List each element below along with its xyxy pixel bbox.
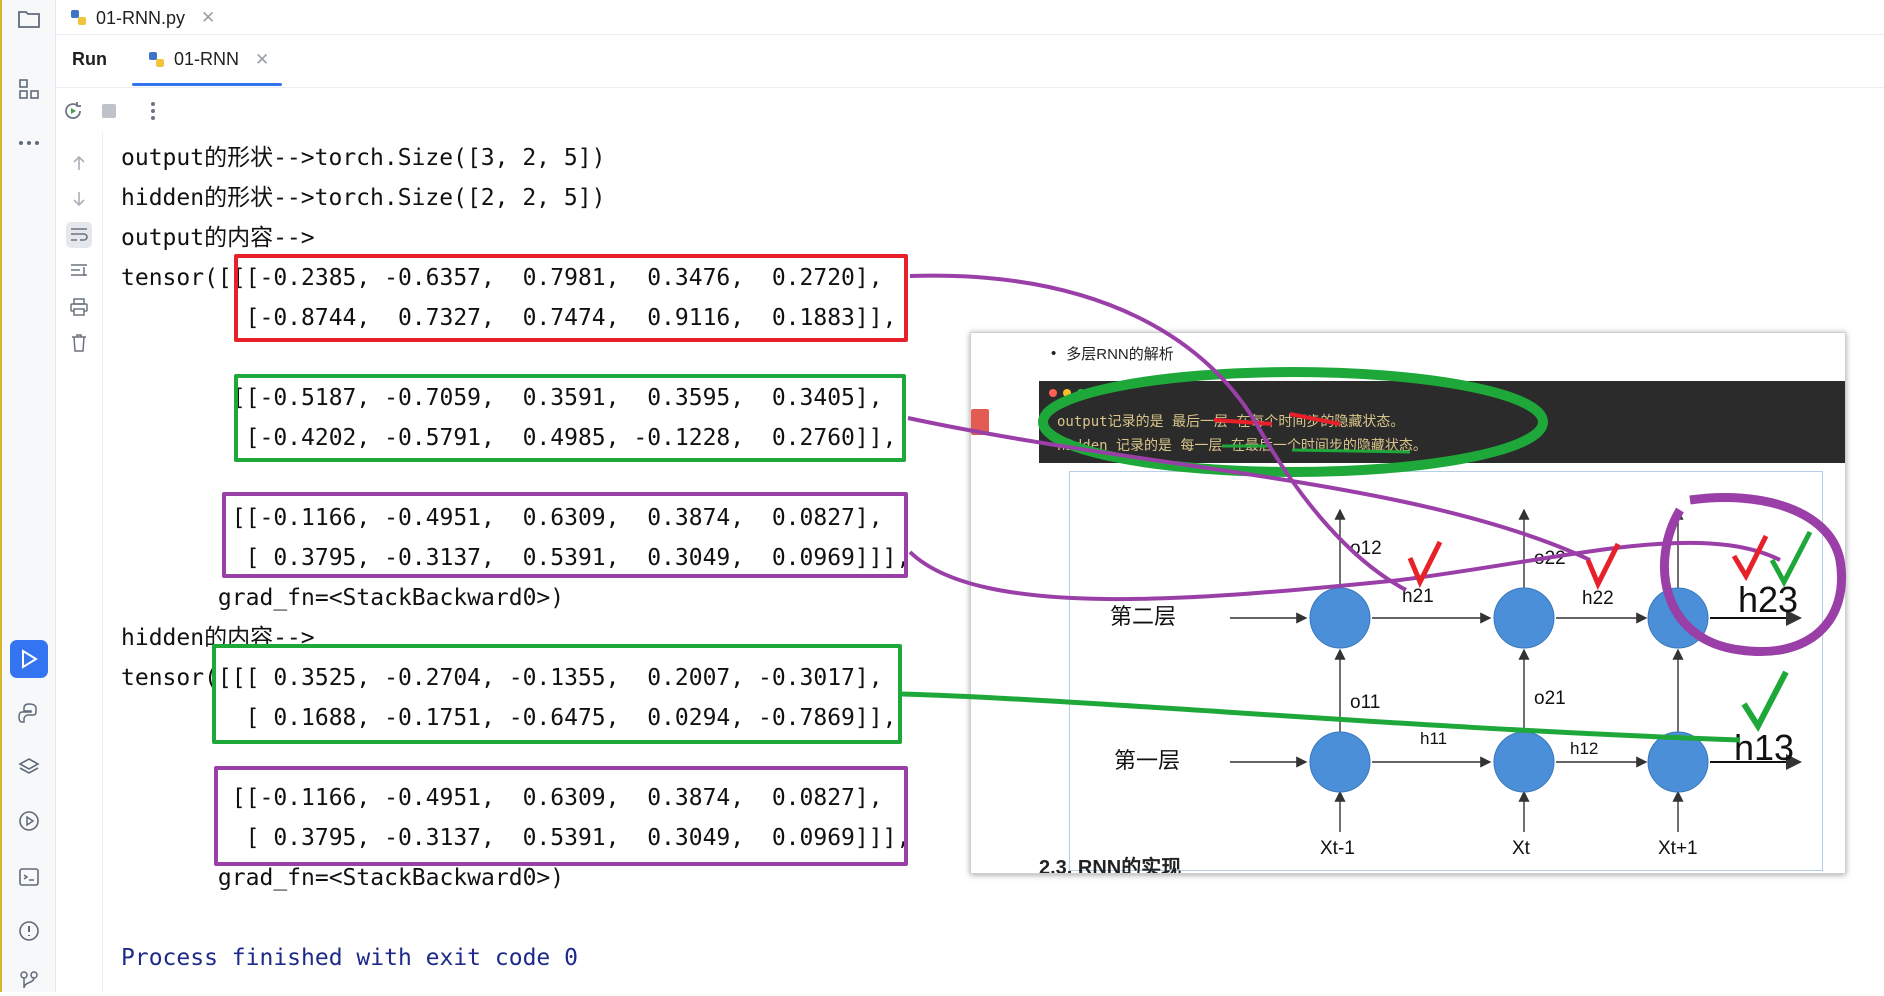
run-config-tab[interactable]: 01-RNN ✕ (148, 49, 269, 70)
console-line: grad_fn=<StackBackward0>) (121, 585, 565, 611)
dot-yellow-icon (1063, 389, 1071, 397)
up-arrow-icon[interactable] (66, 150, 92, 176)
notes-bullet: • 多层RNN的解析 (1051, 343, 1174, 364)
console-gutter (56, 132, 103, 992)
annotation-box-purple (222, 492, 908, 578)
bullet-dot-icon: • (1051, 345, 1057, 362)
run-toolbar (56, 88, 1884, 132)
note-line-hidden: hidden 记录的是 每一层 在最后一个时间步的隐藏状态。 (1057, 438, 1427, 454)
file-tab-label: 01-RNN.py (96, 7, 186, 28)
python-console-icon[interactable] (14, 698, 44, 728)
node-h12 (1493, 731, 1555, 793)
label-xt-1: Xt-1 (1320, 838, 1355, 859)
node-h11 (1309, 731, 1371, 793)
label-o12: o12 (1350, 538, 1382, 559)
label-o11: o11 (1350, 692, 1380, 713)
label-h13: h13 (1734, 727, 1794, 768)
more-options-icon[interactable] (140, 98, 166, 124)
node-h13 (1647, 731, 1709, 793)
folder-icon[interactable] (14, 4, 44, 34)
section-heading: 2.3. RNN的实现 (1039, 857, 1182, 874)
annotation-box-green (212, 644, 902, 744)
soft-wrap-icon[interactable] (66, 222, 92, 248)
annotation-box-purple (214, 766, 908, 866)
code-note-box: output记录的是 最后一层 在每个时间步的隐藏状态。 hidden 记录的是… (1039, 381, 1845, 463)
rnn-diagram: 第二层 第一层 o12 o22 h21 h22 h23 o11 o21 h11 … (1069, 471, 1823, 871)
label-h22: h22 (1582, 588, 1614, 609)
scroll-to-end-icon[interactable] (66, 258, 92, 284)
dot-red-icon (1049, 389, 1057, 397)
console-line: output的形状-->torch.Size([3, 2, 5]) (121, 145, 606, 171)
annotation-box-red (234, 254, 908, 342)
trash-icon[interactable] (66, 330, 92, 356)
activity-bar (2, 0, 56, 992)
layers-icon[interactable] (14, 752, 44, 782)
rerun-icon[interactable] (60, 98, 86, 124)
exit-status-line: Process finished with exit code 0 (121, 945, 578, 971)
node-h22 (1493, 587, 1555, 649)
bookmark-marker (971, 409, 989, 435)
terminal-icon[interactable] (14, 862, 44, 892)
notes-bullet-text: 多层RNN的解析 (1066, 346, 1174, 363)
file-tab-01-rnn[interactable]: 01-RNN.py ✕ (70, 5, 215, 31)
window-dots (1049, 389, 1085, 397)
console-line: hidden的形状-->torch.Size([2, 2, 5]) (121, 185, 606, 211)
close-run-tab-icon[interactable]: ✕ (255, 50, 269, 70)
close-tab-icon[interactable]: ✕ (201, 8, 215, 28)
node-h21 (1309, 587, 1371, 649)
active-tab-indicator (132, 83, 282, 86)
label-o21: o21 (1534, 688, 1566, 709)
stop-icon[interactable] (96, 98, 122, 124)
run-label: Run (72, 49, 107, 69)
console-line: output的内容--> (121, 225, 315, 251)
label-h21: h21 (1402, 586, 1434, 607)
python-run-icon (149, 51, 164, 67)
problems-icon[interactable] (14, 916, 44, 946)
note-line-output: output记录的是 最后一层 在每个时间步的隐藏状态。 (1057, 414, 1405, 430)
more-icon[interactable] (14, 128, 44, 158)
console-line: grad_fn=<StackBackward0>) (121, 865, 565, 891)
layer1-label: 第一层 (1114, 748, 1180, 773)
down-arrow-icon[interactable] (66, 186, 92, 212)
editor-tabs: 01-RNN.py ✕ (56, 0, 1884, 35)
dot-green-icon (1077, 389, 1085, 397)
annotation-box-green (234, 374, 906, 462)
structure-icon[interactable] (14, 74, 44, 104)
node-h23 (1647, 587, 1709, 649)
label-h12: h12 (1570, 739, 1598, 758)
run-tab-label: 01-RNN (174, 49, 240, 69)
label-h23: h23 (1738, 579, 1798, 620)
layer2-label: 第二层 (1110, 604, 1176, 629)
label-xt1: Xt+1 (1658, 838, 1698, 859)
run-tool-icon[interactable] (10, 640, 48, 678)
python-file-icon (71, 10, 86, 25)
rnn-notes-screenshot: • 多层RNN的解析 output记录的是 最后一层 在每个时间步的隐藏状态。 … (970, 332, 1846, 874)
label-o22: o22 (1534, 548, 1566, 569)
print-icon[interactable] (66, 294, 92, 320)
label-h11: h11 (1420, 729, 1447, 748)
services-icon[interactable] (14, 806, 44, 836)
run-tool-window-header: Run 01-RNN ✕ (56, 35, 1884, 88)
label-xt: Xt (1512, 838, 1531, 859)
